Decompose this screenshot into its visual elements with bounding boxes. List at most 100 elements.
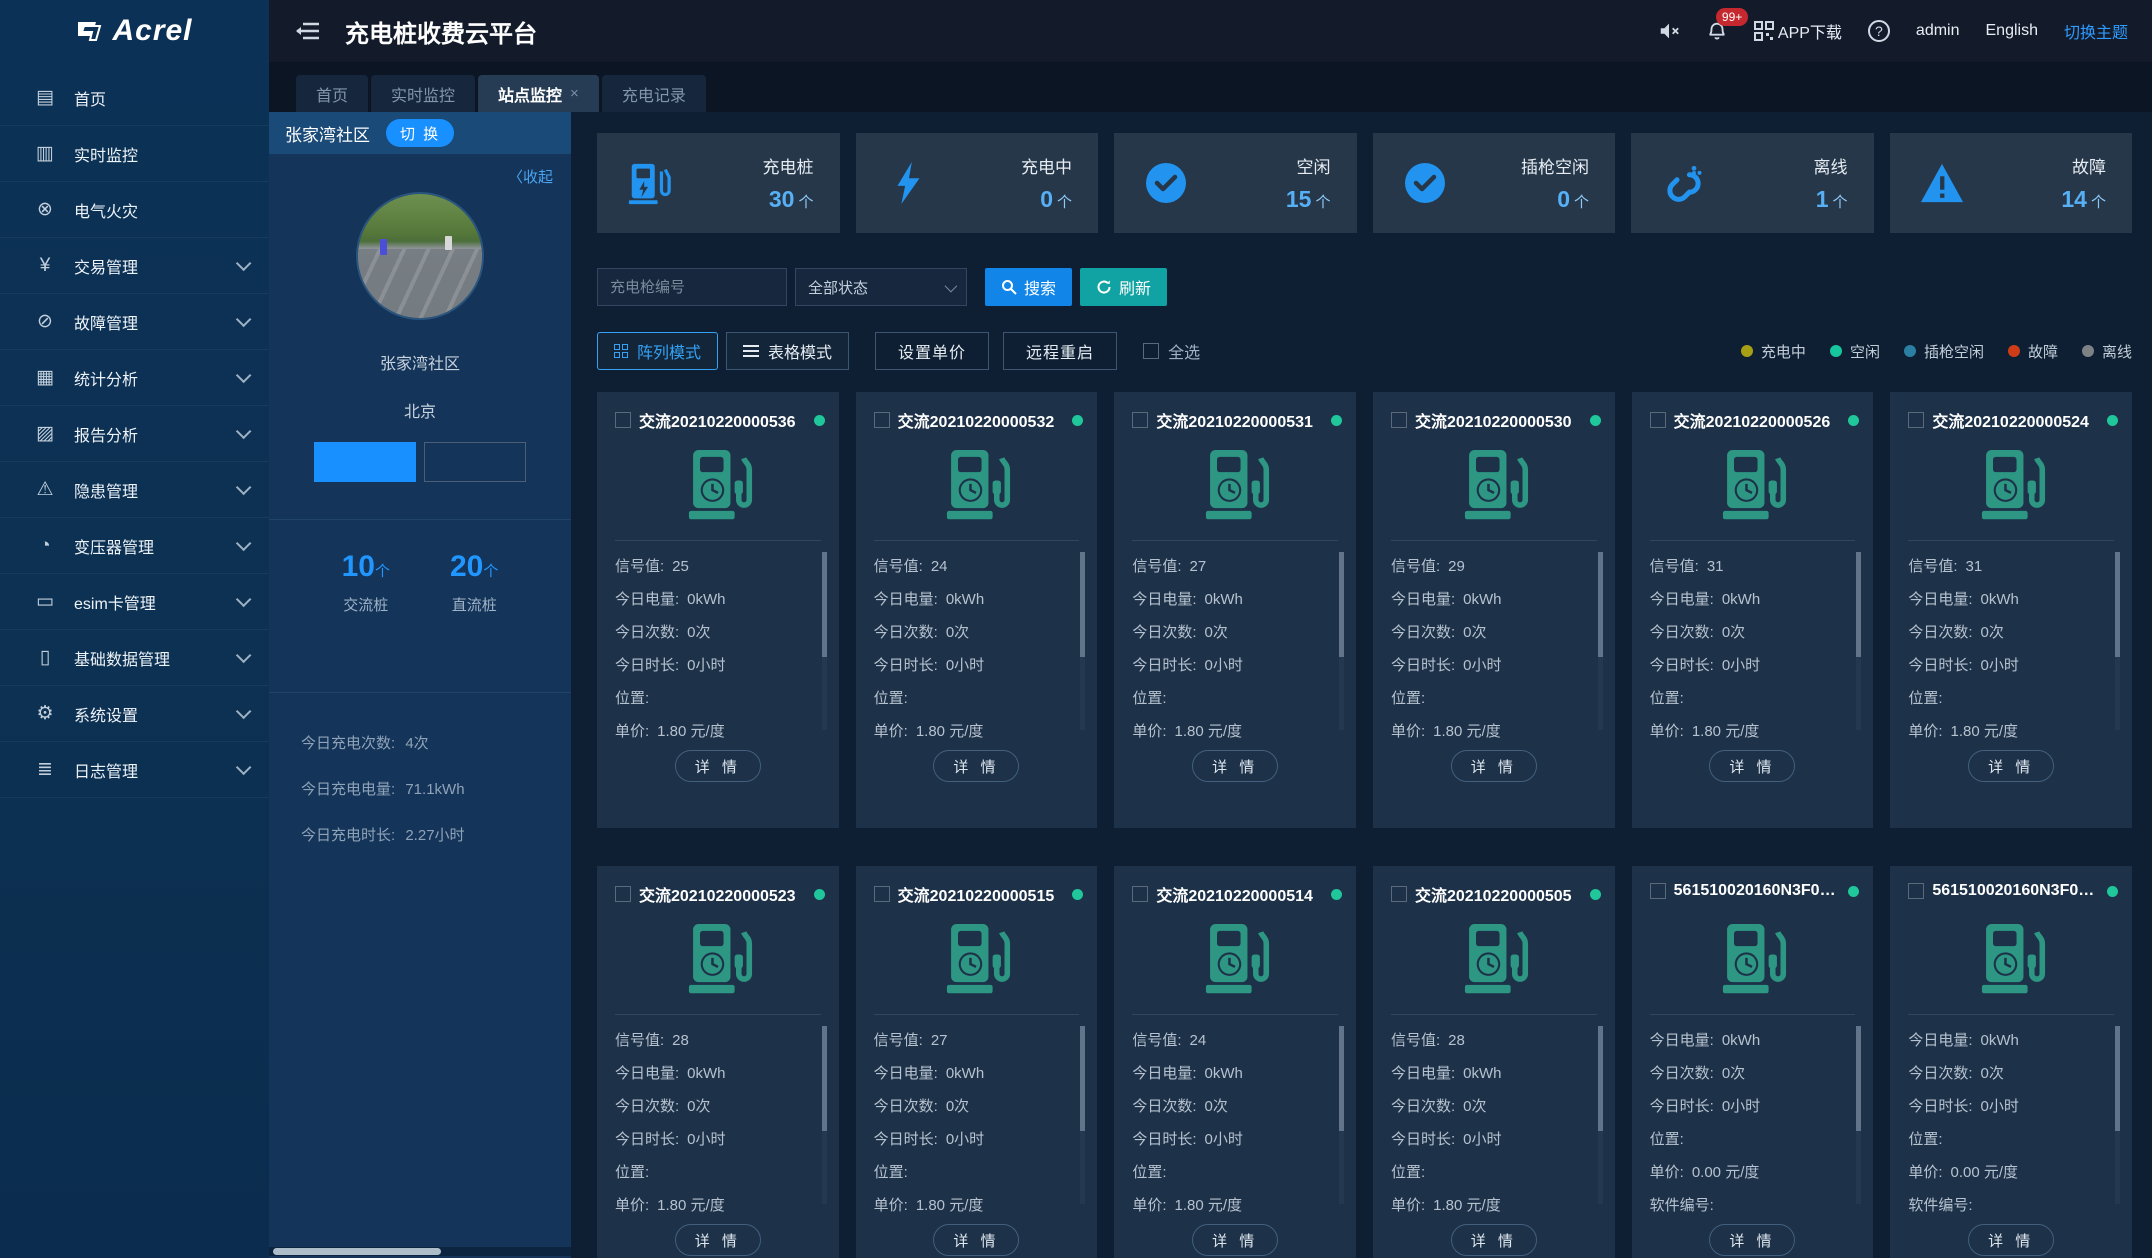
charger-checkbox[interactable] xyxy=(1649,883,1666,899)
scrollbar-thumb[interactable] xyxy=(1856,1026,1862,1131)
detail-button[interactable]: 详 情 xyxy=(1968,1224,2055,1256)
detail-button[interactable]: 详 情 xyxy=(1192,750,1279,782)
vehicle-tab-button[interactable] xyxy=(424,442,526,482)
user-name[interactable]: admin xyxy=(1916,22,1960,40)
scrollbar-thumb[interactable] xyxy=(821,1026,827,1131)
charger-checkbox[interactable] xyxy=(1649,412,1666,428)
tab-站点监控[interactable]: 站点监控 × xyxy=(478,75,599,112)
charger-checkbox[interactable] xyxy=(873,412,890,428)
detail-button[interactable]: 详 情 xyxy=(1450,750,1537,782)
card-scrollbar[interactable] xyxy=(821,1026,827,1204)
card-scrollbar[interactable] xyxy=(1597,1026,1603,1204)
help-icon[interactable]: ? xyxy=(1867,20,1890,42)
sidebar-item-首页[interactable]: ▤ 首页 xyxy=(0,70,269,126)
detail-button[interactable]: 详 情 xyxy=(1709,750,1796,782)
charger-checkbox[interactable] xyxy=(1132,886,1149,902)
tab-首页[interactable]: 首页 xyxy=(296,75,369,112)
scrollbar-thumb[interactable] xyxy=(1080,1026,1086,1131)
scrollbar-thumb[interactable] xyxy=(273,1248,441,1255)
theme-switch-link[interactable]: 切换主题 xyxy=(2064,19,2128,43)
sidebar-collapse-icon[interactable] xyxy=(295,20,321,42)
scrollbar-thumb[interactable] xyxy=(1856,552,1862,657)
status-select[interactable]: 全部状态 xyxy=(795,268,967,306)
scrollbar-thumb[interactable] xyxy=(1080,552,1086,657)
detail-button[interactable]: 详 情 xyxy=(1192,1224,1279,1256)
sidebar-item-日志管理[interactable]: ≣ 日志管理 xyxy=(0,742,269,798)
card-scrollbar[interactable] xyxy=(1339,552,1344,730)
scrollbar-thumb[interactable] xyxy=(821,552,827,657)
detail-button[interactable]: 详 情 xyxy=(674,1224,761,1256)
select-all-checkbox[interactable] xyxy=(1143,343,1160,359)
charger-checkbox[interactable] xyxy=(1908,412,1925,428)
search-button[interactable]: 搜索 xyxy=(985,268,1073,306)
charger-checkbox[interactable] xyxy=(615,412,631,428)
horizontal-scrollbar[interactable] xyxy=(269,1247,571,1256)
charger-checkbox[interactable] xyxy=(1391,886,1407,902)
language-switch[interactable]: English xyxy=(1986,22,2038,40)
info-value: 1.80 元/度 xyxy=(657,723,725,740)
gun-number-input[interactable] xyxy=(597,268,787,306)
info-value: 27 xyxy=(1189,558,1207,575)
sidebar-item-实时监控[interactable]: ▥ 实时监控 xyxy=(0,126,269,182)
grid-mode-button[interactable]: 阵列模式 xyxy=(597,332,719,370)
sidebar-item-统计分析[interactable]: ▦ 统计分析 xyxy=(0,350,269,406)
card-scrollbar[interactable] xyxy=(821,552,827,730)
scrollbar-thumb[interactable] xyxy=(1597,552,1603,657)
search-icon xyxy=(1002,280,1017,295)
card-scrollbar[interactable] xyxy=(1080,1026,1086,1204)
info-row: 今日电量: 0kWh xyxy=(615,1057,809,1090)
scrollbar-thumb[interactable] xyxy=(2115,1026,2120,1131)
legend-item: 离线 xyxy=(2081,341,2132,362)
charger-checkbox[interactable] xyxy=(1132,412,1149,428)
scrollbar-thumb[interactable] xyxy=(1597,1026,1603,1131)
card-scrollbar[interactable] xyxy=(1856,1026,1862,1204)
warning-triangle-icon xyxy=(1916,161,1968,205)
sidebar-item-基础数据管理[interactable]: ▯ 基础数据管理 xyxy=(0,630,269,686)
detail-button[interactable]: 详 情 xyxy=(1450,1224,1537,1256)
sidebar-item-电气火灾[interactable]: ⊗ 电气火灾 xyxy=(0,182,269,238)
scrollbar-thumb[interactable] xyxy=(1339,552,1344,657)
card-scrollbar[interactable] xyxy=(1597,552,1603,730)
charger-checkbox[interactable] xyxy=(1391,412,1407,428)
table-mode-button[interactable]: 表格模式 xyxy=(726,332,850,370)
detail-button[interactable]: 详 情 xyxy=(933,1224,1020,1256)
vehicle-tab-button[interactable] xyxy=(314,442,416,482)
sidebar-item-变压器管理[interactable]: ◔ 变压器管理 xyxy=(0,518,269,574)
mute-icon[interactable] xyxy=(1658,20,1680,42)
tab-实时监控[interactable]: 实时监控 xyxy=(371,75,476,112)
refresh-button[interactable]: 刷新 xyxy=(1080,268,1168,306)
card-scrollbar[interactable] xyxy=(2115,552,2120,730)
sidebar-item-系统设置[interactable]: ⚙ 系统设置 xyxy=(0,686,269,742)
remote-restart-button[interactable]: 远程重启 xyxy=(1003,332,1118,370)
info-value: 0次 xyxy=(945,1098,970,1115)
sidebar-item-esim卡管理[interactable]: ▭ esim卡管理 xyxy=(0,574,269,630)
charger-checkbox[interactable] xyxy=(1908,883,1925,899)
detail-button[interactable]: 详 情 xyxy=(1709,1224,1796,1256)
set-price-button[interactable]: 设置单价 xyxy=(875,332,990,370)
sidebar-item-隐患管理[interactable]: ⚠ 隐患管理 xyxy=(0,462,269,518)
scrollbar-thumb[interactable] xyxy=(1339,1026,1344,1131)
charger-checkbox[interactable] xyxy=(873,886,890,902)
charger-checkbox[interactable] xyxy=(615,886,631,902)
card-scrollbar[interactable] xyxy=(2115,1026,2120,1204)
app-download-link[interactable]: APP下载 xyxy=(1753,19,1842,43)
detail-button[interactable]: 详 情 xyxy=(1968,750,2055,782)
scrollbar-thumb[interactable] xyxy=(2115,552,2120,657)
info-label: 今日时长: xyxy=(1391,1131,1456,1148)
info-label: 今日次数: xyxy=(1391,624,1456,641)
station-switch-button[interactable]: 切 换 xyxy=(386,119,455,147)
sidebar-item-报告分析[interactable]: ▨ 报告分析 xyxy=(0,406,269,462)
card-scrollbar[interactable] xyxy=(1080,552,1086,730)
card-scrollbar[interactable] xyxy=(1339,1026,1344,1204)
sidebar-item-故障管理[interactable]: ⊘ 故障管理 xyxy=(0,294,269,350)
detail-button[interactable]: 详 情 xyxy=(674,750,761,782)
select-all-control[interactable]: 全选 xyxy=(1143,339,1200,363)
tab-充电记录[interactable]: 充电记录 xyxy=(601,75,706,112)
detail-button[interactable]: 详 情 xyxy=(933,750,1020,782)
card-scrollbar[interactable] xyxy=(1856,552,1862,730)
sidebar-item-交易管理[interactable]: ¥ 交易管理 xyxy=(0,238,269,294)
notification-bell-icon[interactable]: 99+ xyxy=(1706,8,1749,42)
panel-collapse-link[interactable]: 〈收起 xyxy=(508,166,553,187)
tab-close-icon[interactable]: × xyxy=(570,85,579,102)
charger-info: 信号值: 24 今日电量: 0kWh 今日次数: 0次 今日时长: 0小时 位置: 单价… xyxy=(1132,1024,1326,1222)
